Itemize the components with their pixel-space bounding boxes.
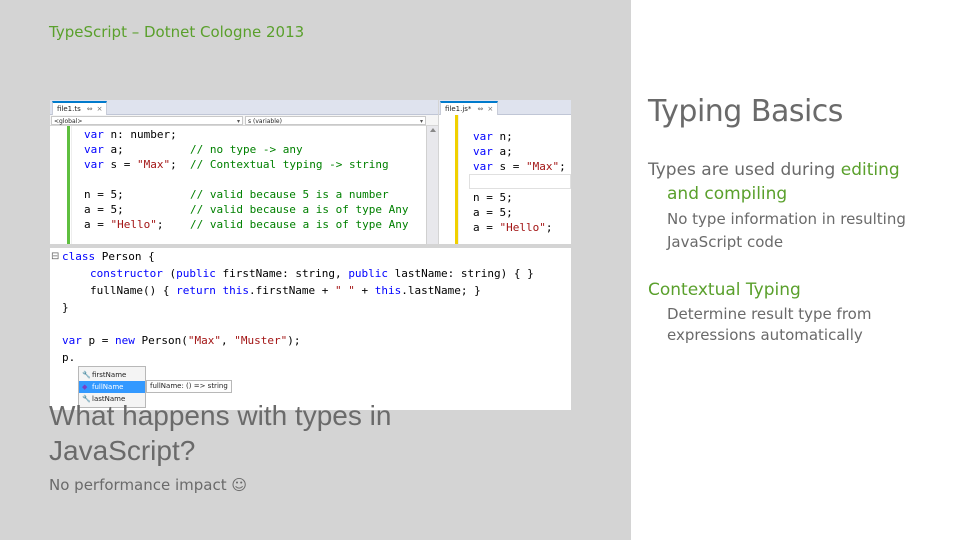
tab-file1-js[interactable]: file1.js* ⇔ × (440, 101, 499, 115)
wrench-icon: 🔧 (82, 371, 91, 379)
scope-value: <global> (54, 118, 83, 125)
code-line: var p = new Person("Max", "Muster"); (62, 334, 301, 347)
code-line: var n: number; (84, 128, 177, 141)
code-line: var n; (473, 130, 513, 143)
completion-item[interactable]: 🔧 firstName (79, 369, 145, 381)
gutter (439, 115, 459, 244)
code-line: a = "Hello"; (473, 221, 553, 234)
member-value: s (variable) (248, 118, 282, 125)
bullet-2-sub: expressions automatically (667, 326, 863, 344)
code-line: class Person { (62, 250, 155, 263)
js-code-editor[interactable]: var n; var a; var s = "Max"; n = 5; a = … (439, 115, 571, 244)
code-line: n = 5; (473, 191, 513, 204)
pin-icon[interactable]: ⇔ (87, 105, 93, 113)
change-marker (455, 115, 458, 244)
ts-navbar: <global> ▾ s (variable) ▾ (50, 115, 438, 126)
change-marker (67, 126, 70, 244)
question-heading: What happens with types in JavaScript? (49, 400, 392, 466)
ts-tabbar: file1.ts ⇔ × (50, 100, 438, 115)
code-line: a = 5; // valid because a is of type Any (84, 203, 409, 216)
member-dropdown[interactable]: s (variable) ▾ (245, 116, 426, 125)
code-line: a = "Hello"; // valid because a is of ty… (84, 218, 409, 231)
fold-icon[interactable]: ⊟ (51, 251, 59, 262)
tab-label: file1.ts (57, 105, 81, 113)
code-line: var s = "Max"; // Contextual typing -> s… (84, 158, 389, 171)
right-panel (631, 0, 960, 540)
scroll-up-icon[interactable] (430, 128, 436, 132)
bullet-1-continuation: and compiling (667, 184, 788, 204)
js-tabbar: file1.js* ⇔ × (439, 100, 571, 115)
close-icon[interactable]: × (97, 105, 103, 113)
pin-icon[interactable]: ⇔ (477, 105, 483, 113)
footnote: No performance impact ☺ (49, 476, 248, 494)
bullet-1-sub: No type information in resulting (667, 210, 906, 228)
completion-item-selected[interactable]: ◆ fullName (79, 381, 145, 393)
scope-dropdown[interactable]: <global> ▾ (51, 116, 243, 125)
bullet-1: Types are used during editing (648, 160, 900, 180)
code-line: a = 5; (473, 206, 513, 219)
tab-label: file1.js* (445, 105, 472, 113)
code-line: n = 5; // valid because 5 is a number (84, 188, 389, 201)
current-line-highlight (469, 174, 571, 189)
code-line: var s = "Max"; (473, 160, 566, 173)
code-line: p. (62, 351, 76, 364)
method-icon: ◆ (82, 383, 88, 391)
bullet-2: Contextual Typing (648, 280, 801, 300)
code-line: constructor (public firstName: string, p… (90, 267, 534, 280)
tab-file1-ts[interactable]: file1.ts ⇔ × (52, 101, 108, 115)
bullet-2-sub: Determine result type from (667, 305, 872, 323)
slide-header: TypeScript – Dotnet Cologne 2013 (49, 23, 305, 41)
code-line: fullName() { return this.firstName + " "… (90, 284, 481, 297)
bullet-1-sub: JavaScript code (667, 233, 784, 251)
signature-tooltip: fullName: () => string (146, 380, 232, 393)
gutter (50, 126, 72, 244)
code-line: } (62, 301, 69, 314)
close-icon[interactable]: × (487, 105, 493, 113)
slide-title: Typing Basics (648, 94, 843, 129)
vertical-scrollbar[interactable] (426, 126, 438, 244)
code-line: var a; (473, 145, 513, 158)
ts-editor-window: file1.ts ⇔ × <global> ▾ s (variable) ▾ var n… (50, 100, 438, 244)
ts-code-editor[interactable]: var n: number; var a; // no type -> any … (50, 126, 438, 244)
js-editor-window: file1.js* ⇔ × var n; var a; var s = "Max";… (439, 100, 571, 244)
code-line: var a; // no type -> any (84, 143, 303, 156)
